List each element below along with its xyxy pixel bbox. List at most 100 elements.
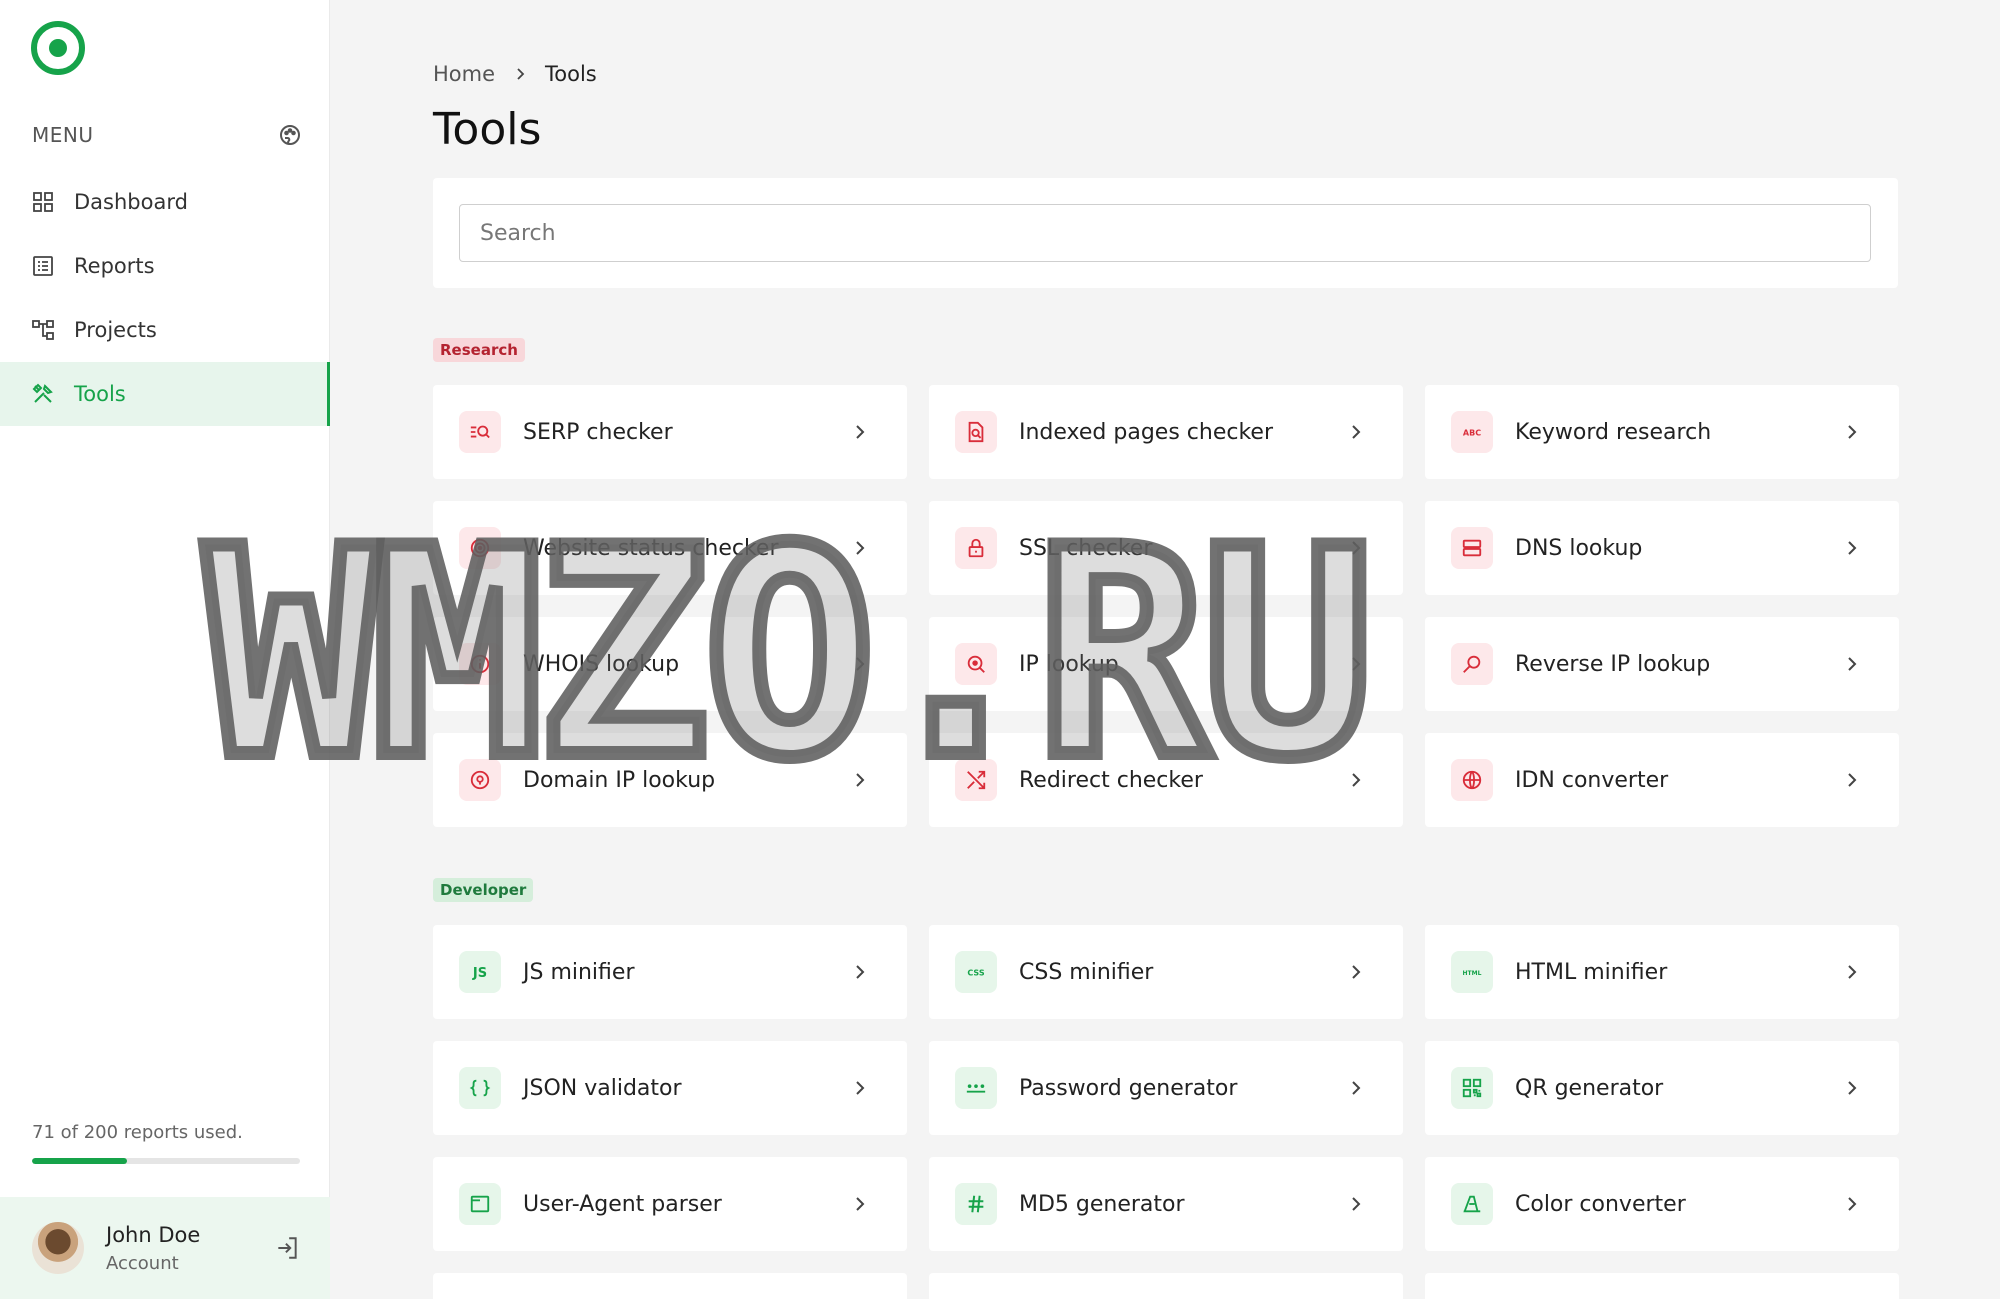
tool-label: SERP checker (523, 419, 673, 445)
tool-card-reverse-ip-lookup[interactable]: Reverse IP lookup (1425, 617, 1899, 711)
tool-card-qr-generator[interactable]: QR generator (1425, 1041, 1899, 1135)
breadcrumb-home[interactable]: Home (433, 62, 495, 86)
logo-icon[interactable] (31, 21, 85, 75)
tool-card-partial[interactable] (1425, 1273, 1899, 1299)
tree-icon (30, 317, 56, 343)
password-dots-icon (955, 1067, 997, 1109)
tool-card-json-validator[interactable]: JSON validator (433, 1041, 907, 1135)
sidebar-item-reports[interactable]: Reports (0, 234, 330, 298)
svg-text:CSS: CSS (967, 969, 984, 978)
tools-icon (30, 381, 56, 407)
globe-icon (1451, 759, 1493, 801)
browser-window-icon (459, 1183, 501, 1225)
tool-label: SSL checker (1019, 535, 1153, 561)
hash-icon (955, 1183, 997, 1225)
tool-card-ssl-checker[interactable]: SSL checker (929, 501, 1403, 595)
sidebar-item-dashboard[interactable]: Dashboard (0, 170, 330, 234)
tool-card-partial[interactable] (929, 1273, 1403, 1299)
tool-card-domain-ip-lookup[interactable]: Domain IP lookup (433, 733, 907, 827)
svg-text:ABC: ABC (1463, 429, 1481, 438)
sidebar-item-projects[interactable]: Projects (0, 298, 330, 362)
tool-label: WHOIS lookup (523, 651, 680, 677)
section-tag-research: Research (433, 338, 525, 362)
chevron-right-icon (1848, 657, 1857, 671)
tool-label: MD5 generator (1019, 1191, 1185, 1217)
tool-card-whois-lookup[interactable]: WHOIS lookup (433, 617, 907, 711)
tool-card-keyword-research[interactable]: ABC Keyword research (1425, 385, 1899, 479)
account-panel[interactable]: John Doe Account (0, 1197, 330, 1299)
chevron-right-icon (1352, 1197, 1361, 1211)
chevron-right-icon (856, 657, 865, 671)
section-tag-developer: Developer (433, 878, 534, 902)
tool-card-ip-lookup[interactable]: IP lookup (929, 617, 1403, 711)
info-icon (459, 643, 501, 685)
location-search-icon (955, 643, 997, 685)
tool-label: JS minifier (523, 959, 635, 985)
tool-card-partial[interactable] (433, 1273, 907, 1299)
menu-label: MENU (32, 123, 94, 147)
js-icon: JS (459, 951, 501, 993)
chevron-right-icon (1352, 773, 1361, 787)
tool-card-serp-checker[interactable]: SERP checker (433, 385, 907, 479)
tool-label: Redirect checker (1019, 767, 1203, 793)
tool-card-redirect-checker[interactable]: Redirect checker (929, 733, 1403, 827)
tool-card-js-minifier[interactable]: JS JS minifier (433, 925, 907, 1019)
account-info: John Doe Account (106, 1223, 200, 1274)
chevron-right-icon (1848, 1197, 1857, 1211)
palette-icon[interactable] (278, 123, 302, 147)
tool-label: Color converter (1515, 1191, 1686, 1217)
tool-label: Password generator (1019, 1075, 1238, 1101)
qr-code-icon (1451, 1067, 1493, 1109)
sidebar-item-tools[interactable]: Tools (0, 362, 330, 426)
logout-icon[interactable] (274, 1235, 300, 1261)
tool-label: IP lookup (1019, 651, 1119, 677)
tool-label: DNS lookup (1515, 535, 1643, 561)
tool-label: JSON validator (523, 1075, 682, 1101)
research-tools-grid: SERP checker Indexed pages checker ABC K… (433, 385, 1899, 827)
braces-icon (459, 1067, 501, 1109)
lock-icon (955, 527, 997, 569)
tool-card-idn-converter[interactable]: IDN converter (1425, 733, 1899, 827)
tool-label: CSS minifier (1019, 959, 1154, 985)
search-input[interactable] (459, 204, 1871, 262)
chevron-right-icon (856, 1081, 865, 1095)
chevron-right-icon (1352, 1081, 1361, 1095)
page-title: Tools (433, 104, 542, 155)
chevron-right-icon (856, 773, 865, 787)
tool-label: Domain IP lookup (523, 767, 716, 793)
shuffle-icon (955, 759, 997, 801)
tool-card-website-status-checker[interactable]: Website status checker (433, 501, 907, 595)
account-sub: Account (106, 1252, 179, 1274)
tool-card-dns-lookup[interactable]: DNS lookup (1425, 501, 1899, 595)
tool-card-html-minifier[interactable]: HTML HTML minifier (1425, 925, 1899, 1019)
chevron-right-icon (1352, 425, 1361, 439)
sidebar-item-label: Dashboard (74, 190, 188, 214)
list-icon (30, 253, 56, 279)
tool-label: Indexed pages checker (1019, 419, 1273, 445)
chevron-right-icon (1848, 425, 1857, 439)
grid-icon (30, 189, 56, 215)
chevron-right-icon (1848, 965, 1857, 979)
tool-card-indexed-pages-checker[interactable]: Indexed pages checker (929, 385, 1403, 479)
search-card (433, 178, 1898, 288)
tool-card-password-generator[interactable]: Password generator (929, 1041, 1403, 1135)
tool-card-color-converter[interactable]: Color converter (1425, 1157, 1899, 1251)
tool-card-user-agent-parser[interactable]: User-Agent parser (433, 1157, 907, 1251)
tool-card-md5-generator[interactable]: MD5 generator (929, 1157, 1403, 1251)
avatar[interactable] (32, 1222, 84, 1274)
tool-label: IDN converter (1515, 767, 1669, 793)
breadcrumb-current: Tools (545, 62, 597, 86)
tool-card-css-minifier[interactable]: CSS CSS minifier (929, 925, 1403, 1019)
chevron-right-icon (856, 965, 865, 979)
account-name: John Doe (106, 1222, 201, 1247)
chevron-right-icon (1352, 657, 1361, 671)
chevron-right-icon (856, 425, 865, 439)
chevron-right-icon (1848, 1081, 1857, 1095)
html-icon: HTML (1451, 951, 1493, 993)
target-icon (459, 527, 501, 569)
sidebar-nav: Dashboard Reports Projects Tools (0, 170, 330, 426)
menu-header: MENU (32, 120, 302, 150)
tool-label: User-Agent parser (523, 1191, 722, 1217)
tool-label: Reverse IP lookup (1515, 651, 1711, 677)
sidebar-item-label: Tools (74, 382, 126, 406)
